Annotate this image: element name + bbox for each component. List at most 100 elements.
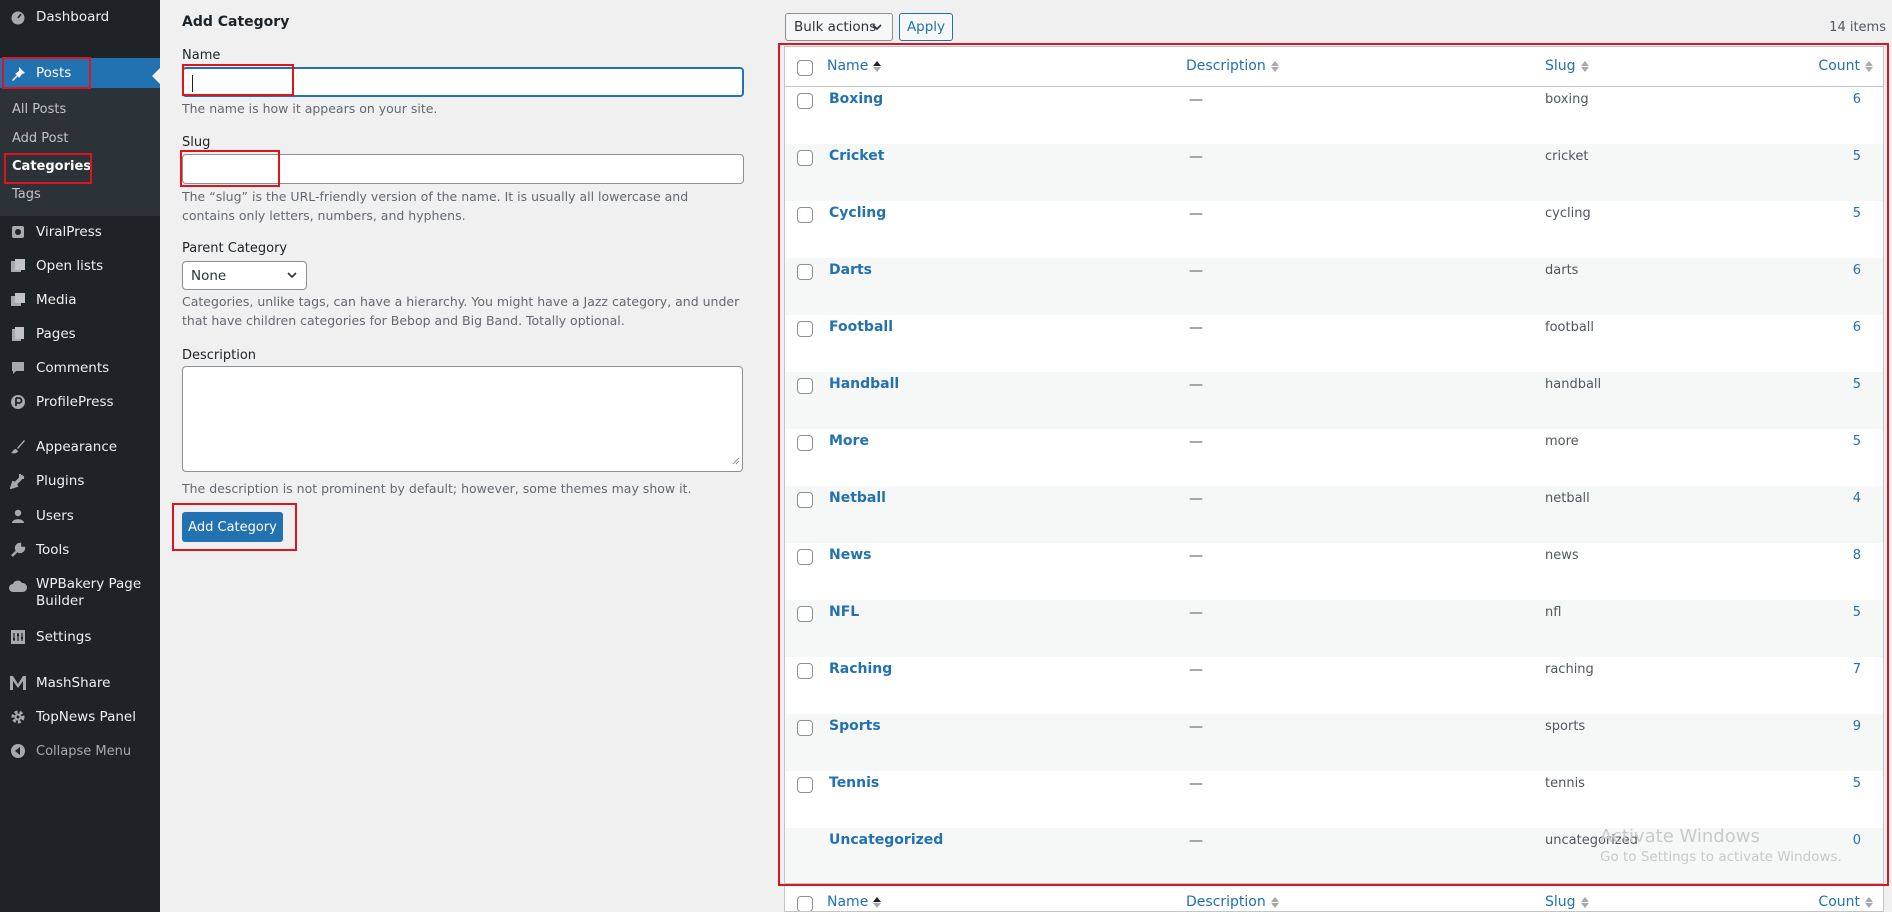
menu-topnews-panel[interactable]: TopNews Panel (0, 707, 160, 727)
row-count-link[interactable]: 4 (1853, 491, 1861, 506)
apply-button[interactable]: Apply (899, 13, 953, 41)
table-header: Name Description Slug Count (785, 47, 1883, 87)
menu-comments[interactable]: Comments (0, 358, 160, 378)
submenu-all-posts[interactable]: All Posts (12, 102, 66, 117)
menu-plugins[interactable]: Plugins (0, 471, 160, 491)
sort-icon (1580, 896, 1589, 908)
menu-plugins-label: Plugins (36, 472, 85, 489)
row-count-link[interactable]: 5 (1853, 206, 1861, 221)
row-checkbox[interactable] (797, 777, 813, 793)
bulk-actions-select[interactable]: Bulk actions (785, 13, 893, 41)
row-description: — (1189, 833, 1203, 849)
bulk-actions-label: Bulk actions (794, 19, 877, 35)
column-description-footer[interactable]: Description (1186, 894, 1279, 910)
menu-mashshare-label: MashShare (36, 674, 111, 691)
menu-tools[interactable]: Tools (0, 540, 160, 560)
row-checkbox[interactable] (797, 321, 813, 337)
row-checkbox[interactable] (797, 150, 813, 166)
row-checkbox[interactable] (797, 207, 813, 223)
row-name-link[interactable]: Tennis (829, 775, 879, 791)
row-name-link[interactable]: Handball (829, 376, 899, 392)
row-name-link[interactable]: News (829, 547, 871, 563)
table-row: Sports — sports 9 (785, 714, 1883, 771)
menu-settings[interactable]: Settings (0, 627, 160, 647)
collapse-menu-label: Collapse Menu (36, 743, 132, 759)
row-checkbox[interactable] (797, 606, 813, 622)
row-count-link[interactable]: 5 (1853, 377, 1861, 392)
column-description-header[interactable]: Description (1186, 58, 1279, 74)
collapse-menu-button[interactable]: Collapse Menu (0, 741, 160, 761)
parent-help-text: Categories, unlike tags, can have a hier… (182, 294, 740, 328)
row-count-link[interactable]: 9 (1853, 719, 1861, 734)
select-all-checkbox[interactable] (797, 60, 813, 76)
row-count-link[interactable]: 7 (1853, 662, 1861, 677)
menu-users[interactable]: Users (0, 506, 160, 526)
sort-icon (1270, 896, 1279, 908)
menu-appearance[interactable]: Appearance (0, 437, 160, 457)
row-count-link[interactable]: 0 (1853, 833, 1861, 848)
column-name-footer[interactable]: Name (827, 894, 882, 910)
row-slug: netball (1545, 491, 1590, 506)
column-slug-footer[interactable]: Slug (1545, 894, 1589, 910)
menu-posts[interactable]: Posts (0, 58, 160, 89)
slug-input[interactable] (182, 154, 744, 184)
parent-category-select[interactable]: None (182, 261, 307, 290)
row-count-link[interactable]: 5 (1853, 605, 1861, 620)
row-checkbox[interactable] (797, 492, 813, 508)
items-count: 14 items (1829, 20, 1886, 35)
row-name-link[interactable]: Football (829, 319, 893, 335)
row-count-link[interactable]: 6 (1853, 263, 1861, 278)
column-count-header[interactable]: Count (1818, 58, 1873, 74)
table-row: Raching — raching 7 (785, 657, 1883, 714)
row-checkbox[interactable] (797, 378, 813, 394)
resize-handle-icon[interactable] (732, 450, 740, 469)
row-name-link[interactable]: Sports (829, 718, 881, 734)
row-checkbox[interactable] (797, 663, 813, 679)
submenu-tags[interactable]: Tags (12, 187, 41, 202)
chevron-down-icon (871, 21, 883, 37)
row-count-link[interactable]: 5 (1853, 776, 1861, 791)
row-name-link[interactable]: Boxing (829, 91, 883, 107)
row-checkbox[interactable] (797, 720, 813, 736)
menu-wpbakery[interactable]: WPBakery Page Builder (0, 576, 160, 612)
menu-profilepress[interactable]: ProfilePress (0, 392, 160, 412)
column-slug-header[interactable]: Slug (1545, 58, 1589, 74)
row-name-link[interactable]: Uncategorized (829, 832, 943, 848)
menu-pages-label: Pages (36, 325, 76, 342)
row-count-link[interactable]: 6 (1853, 92, 1861, 107)
column-name-label: Name (827, 894, 869, 910)
menu-mashshare[interactable]: MashShare (0, 673, 160, 693)
menu-pages[interactable]: Pages (0, 324, 160, 344)
row-checkbox[interactable] (797, 549, 813, 565)
row-name-link[interactable]: NFL (829, 604, 859, 620)
row-name-link[interactable]: More (829, 433, 869, 449)
row-name-link[interactable]: Raching (829, 661, 892, 677)
menu-open-lists[interactable]: Open lists (0, 256, 160, 276)
column-count-footer[interactable]: Count (1818, 894, 1873, 910)
row-name-link[interactable]: Cycling (829, 205, 886, 221)
mashshare-icon (8, 673, 28, 693)
row-name-link[interactable]: Cricket (829, 148, 884, 164)
submenu-add-post[interactable]: Add Post (12, 131, 69, 146)
row-checkbox[interactable] (797, 93, 813, 109)
row-checkbox[interactable] (797, 435, 813, 451)
row-name-link[interactable]: Netball (829, 490, 886, 506)
description-textarea[interactable] (182, 366, 743, 472)
submenu-categories[interactable]: Categories (12, 159, 91, 174)
menu-media[interactable]: Media (0, 290, 160, 310)
gear-icon (8, 707, 28, 727)
row-slug: football (1545, 320, 1595, 335)
menu-open-lists-label: Open lists (36, 257, 104, 274)
menu-settings-label: Settings (36, 628, 92, 645)
row-count-link[interactable]: 5 (1853, 434, 1861, 449)
name-input[interactable] (182, 67, 744, 97)
column-name-header[interactable]: Name (827, 58, 882, 74)
select-all-checkbox-footer[interactable] (797, 896, 813, 911)
row-name-link[interactable]: Darts (829, 262, 872, 278)
row-count-link[interactable]: 8 (1853, 548, 1861, 563)
add-category-button[interactable]: Add Category (182, 512, 283, 542)
row-count-link[interactable]: 5 (1853, 149, 1861, 164)
menu-viralpress[interactable]: ViralPress (0, 222, 160, 242)
row-checkbox[interactable] (797, 264, 813, 280)
row-count-link[interactable]: 6 (1853, 320, 1861, 335)
